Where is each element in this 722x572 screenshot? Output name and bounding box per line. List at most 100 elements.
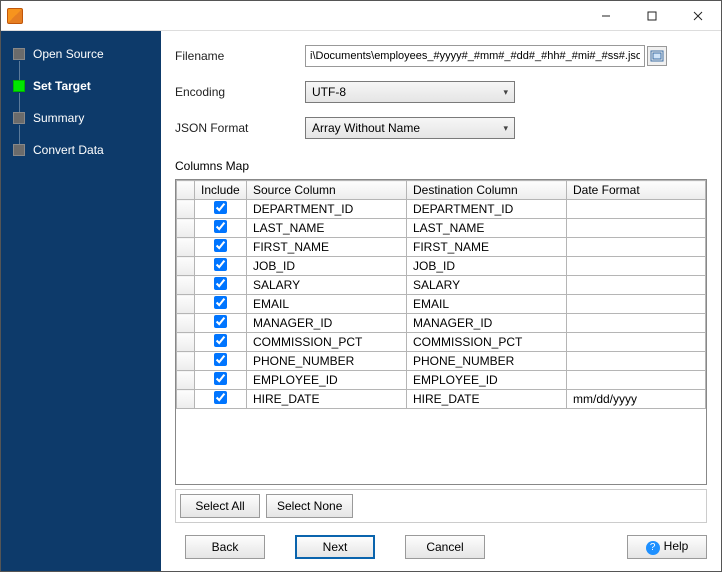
date-format-cell[interactable] — [567, 314, 706, 333]
source-column-cell[interactable]: HIRE_DATE — [247, 390, 407, 409]
source-column-cell[interactable]: LAST_NAME — [247, 219, 407, 238]
row-handle[interactable] — [177, 295, 195, 314]
include-checkbox[interactable] — [214, 334, 227, 347]
include-cell[interactable] — [195, 200, 247, 219]
table-row[interactable]: HIRE_DATEHIRE_DATEmm/dd/yyyy — [177, 390, 706, 409]
wizard-step[interactable]: Summary — [7, 107, 161, 139]
row-handle[interactable] — [177, 257, 195, 276]
table-row[interactable]: FIRST_NAMEFIRST_NAME — [177, 238, 706, 257]
date-format-cell[interactable] — [567, 295, 706, 314]
table-row[interactable]: SALARYSALARY — [177, 276, 706, 295]
include-checkbox[interactable] — [214, 258, 227, 271]
date-format-cell[interactable] — [567, 371, 706, 390]
row-handle[interactable] — [177, 352, 195, 371]
include-cell[interactable] — [195, 371, 247, 390]
destination-column-cell[interactable]: EMPLOYEE_ID — [407, 371, 567, 390]
table-row[interactable]: EMPLOYEE_IDEMPLOYEE_ID — [177, 371, 706, 390]
source-column-cell[interactable]: DEPARTMENT_ID — [247, 200, 407, 219]
include-checkbox[interactable] — [214, 315, 227, 328]
include-cell[interactable] — [195, 352, 247, 371]
include-cell[interactable] — [195, 333, 247, 352]
row-handle[interactable] — [177, 276, 195, 295]
wizard-step[interactable]: Set Target — [7, 75, 161, 107]
close-button[interactable] — [675, 1, 721, 31]
row-handle[interactable] — [177, 333, 195, 352]
table-row[interactable]: DEPARTMENT_IDDEPARTMENT_ID — [177, 200, 706, 219]
include-checkbox[interactable] — [214, 220, 227, 233]
include-checkbox[interactable] — [214, 353, 227, 366]
include-cell[interactable] — [195, 314, 247, 333]
date-format-cell[interactable] — [567, 276, 706, 295]
col-date-header[interactable]: Date Format — [567, 181, 706, 200]
maximize-button[interactable] — [629, 1, 675, 31]
date-format-cell[interactable] — [567, 257, 706, 276]
select-all-button[interactable]: Select All — [180, 494, 260, 518]
include-checkbox[interactable] — [214, 372, 227, 385]
wizard-step[interactable]: Convert Data — [7, 139, 161, 171]
filename-input[interactable] — [305, 45, 645, 67]
row-handle[interactable] — [177, 200, 195, 219]
destination-column-cell[interactable]: COMMISSION_PCT — [407, 333, 567, 352]
source-column-cell[interactable]: MANAGER_ID — [247, 314, 407, 333]
cancel-button[interactable]: Cancel — [405, 535, 485, 559]
include-checkbox[interactable] — [214, 391, 227, 404]
row-header-blank[interactable] — [177, 181, 195, 200]
next-button[interactable]: Next — [295, 535, 375, 559]
destination-column-cell[interactable]: SALARY — [407, 276, 567, 295]
json-format-combo[interactable]: Array Without Name ▾ — [305, 117, 515, 139]
minimize-button[interactable] — [583, 1, 629, 31]
destination-column-cell[interactable]: HIRE_DATE — [407, 390, 567, 409]
table-row[interactable]: EMAILEMAIL — [177, 295, 706, 314]
destination-column-cell[interactable]: DEPARTMENT_ID — [407, 200, 567, 219]
destination-column-cell[interactable]: MANAGER_ID — [407, 314, 567, 333]
col-source-header[interactable]: Source Column — [247, 181, 407, 200]
table-row[interactable]: JOB_IDJOB_ID — [177, 257, 706, 276]
destination-column-cell[interactable]: FIRST_NAME — [407, 238, 567, 257]
table-row[interactable]: PHONE_NUMBERPHONE_NUMBER — [177, 352, 706, 371]
row-handle[interactable] — [177, 390, 195, 409]
source-column-cell[interactable]: EMPLOYEE_ID — [247, 371, 407, 390]
row-handle[interactable] — [177, 371, 195, 390]
row-handle[interactable] — [177, 219, 195, 238]
include-checkbox[interactable] — [214, 201, 227, 214]
source-column-cell[interactable]: SALARY — [247, 276, 407, 295]
include-cell[interactable] — [195, 390, 247, 409]
col-include-header[interactable]: Include — [195, 181, 247, 200]
back-button[interactable]: Back — [185, 535, 265, 559]
include-cell[interactable] — [195, 219, 247, 238]
destination-column-cell[interactable]: JOB_ID — [407, 257, 567, 276]
include-checkbox[interactable] — [214, 239, 227, 252]
date-format-cell[interactable] — [567, 352, 706, 371]
destination-column-cell[interactable]: EMAIL — [407, 295, 567, 314]
source-column-cell[interactable]: FIRST_NAME — [247, 238, 407, 257]
row-handle[interactable] — [177, 238, 195, 257]
date-format-cell[interactable] — [567, 200, 706, 219]
date-format-cell[interactable] — [567, 238, 706, 257]
table-row[interactable]: LAST_NAMELAST_NAME — [177, 219, 706, 238]
destination-column-cell[interactable]: PHONE_NUMBER — [407, 352, 567, 371]
include-cell[interactable] — [195, 276, 247, 295]
date-format-cell[interactable] — [567, 333, 706, 352]
source-column-cell[interactable]: JOB_ID — [247, 257, 407, 276]
date-format-cell[interactable] — [567, 219, 706, 238]
browse-file-button[interactable] — [647, 46, 667, 66]
col-dest-header[interactable]: Destination Column — [407, 181, 567, 200]
columns-map-table-wrap[interactable]: Include Source Column Destination Column… — [175, 179, 707, 485]
source-column-cell[interactable]: COMMISSION_PCT — [247, 333, 407, 352]
select-none-button[interactable]: Select None — [266, 494, 353, 518]
include-cell[interactable] — [195, 295, 247, 314]
include-checkbox[interactable] — [214, 296, 227, 309]
include-cell[interactable] — [195, 257, 247, 276]
destination-column-cell[interactable]: LAST_NAME — [407, 219, 567, 238]
source-column-cell[interactable]: PHONE_NUMBER — [247, 352, 407, 371]
table-row[interactable]: COMMISSION_PCTCOMMISSION_PCT — [177, 333, 706, 352]
wizard-step[interactable]: Open Source — [7, 43, 161, 75]
table-row[interactable]: MANAGER_IDMANAGER_ID — [177, 314, 706, 333]
row-handle[interactable] — [177, 314, 195, 333]
encoding-combo[interactable]: UTF-8 ▾ — [305, 81, 515, 103]
help-button[interactable]: ?Help — [627, 535, 707, 559]
source-column-cell[interactable]: EMAIL — [247, 295, 407, 314]
include-cell[interactable] — [195, 238, 247, 257]
include-checkbox[interactable] — [214, 277, 227, 290]
date-format-cell[interactable]: mm/dd/yyyy — [567, 390, 706, 409]
